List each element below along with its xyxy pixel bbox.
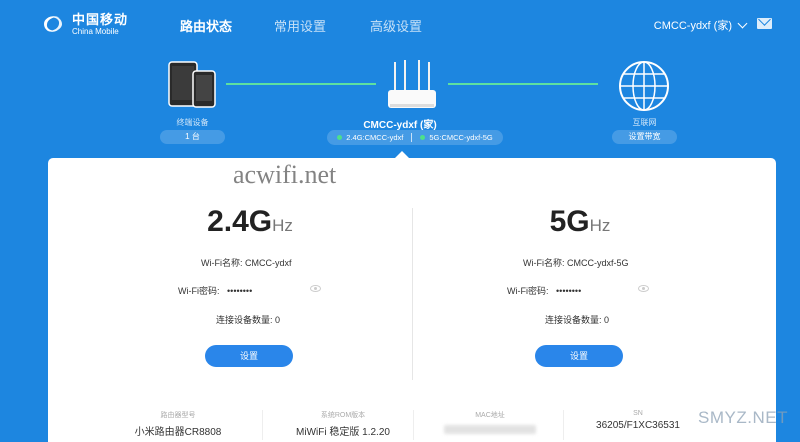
router-name: CMCC-ydxf (家) [363,120,437,131]
settings-button-24[interactable]: 设置 [205,345,293,367]
divider [413,410,414,440]
band-divider [412,208,413,380]
tab-router-status[interactable]: 路由状态 [180,16,240,35]
set-bandwidth-button[interactable]: 设置带宽 [612,130,677,144]
watermark: acwifi.net [233,160,337,189]
serial-number: SN 36205/F1XC36531 [596,410,680,431]
internet-label: 互联网 [632,118,657,127]
divider [563,410,564,440]
status-dot-icon [337,135,343,140]
top-header: 中国移动 China Mobile 路由状态 常用设置 高级设置 CMCC-yd… [0,0,800,48]
globe-icon [619,61,669,111]
user-menu[interactable]: CMCC-ydxf (家) [653,17,748,33]
mail-icon[interactable] [757,18,772,29]
wifi-name-5: Wi-Fi名称: CMCC-ydxf-5G [523,257,629,269]
band-5-title: 5GHz [549,205,611,238]
router-model: 路由器型号 小米路由器CR8808 [134,412,222,438]
show-password-icon[interactable] [638,285,649,292]
wifi-name-24: Wi-Fi名称: CMCC-ydxf [201,257,292,269]
brand-logo[interactable]: 中国移动 China Mobile [40,12,128,36]
china-mobile-logo-icon [44,16,62,32]
ssid-pill: 2.4G:CMCC-ydxf 5G:CMCC-ydxf-5G [327,130,503,145]
terminal-count-pill[interactable]: 1 台 [160,130,225,144]
status-dot-icon [420,135,426,140]
internet-link-line [448,83,598,85]
wifi-password-5: Wi-Fi密码: •••••••• [507,285,582,297]
show-password-icon[interactable] [310,285,321,292]
user-name: CMCC-ydxf (家) [653,20,732,32]
connected-count-5: 连接设备数量: 0 [545,314,610,326]
ssid-5: 5G:CMCC-ydxf-5G [429,133,493,142]
corner-watermark: SMYZ.NET [698,408,788,427]
ssid-24: 2.4G:CMCC-ydxf [346,133,404,142]
redacted-value [444,425,536,434]
brand-name-cn: 中国移动 [72,11,129,27]
divider [411,133,413,142]
band-24-title: 2.4GHz [207,205,293,238]
connected-count-24: 连接设备数量: 0 [216,314,281,326]
mac-address: MAC地址 [420,410,560,439]
tab-advanced-settings[interactable]: 高级设置 [370,16,430,35]
rom-version: 系统ROM版本 MiWiFi 稳定版 1.2.20 [296,412,390,438]
chevron-down-icon [737,18,748,28]
terminal-label: 终端设备 [176,118,209,127]
router-icon [388,60,436,108]
brand-name-en: China Mobile [72,26,119,36]
tab-common-settings[interactable]: 常用设置 [274,16,334,35]
divider [262,410,263,440]
settings-button-5[interactable]: 设置 [535,345,623,367]
wifi-password-24: Wi-Fi密码: •••••••• [178,285,253,297]
devices-icon [168,61,216,108]
terminal-link-line [226,83,376,85]
